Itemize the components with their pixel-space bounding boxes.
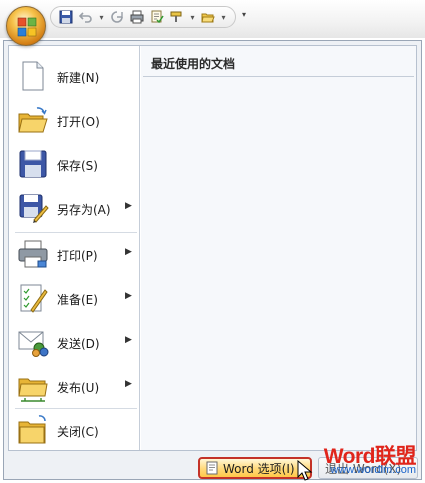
publish-icon	[18, 378, 48, 402]
submenu-arrow-icon: ▶	[125, 335, 132, 345]
printer-icon	[18, 240, 48, 268]
send-icon	[18, 331, 49, 357]
print-command-label: 打印(P)	[57, 249, 98, 263]
save-command[interactable]: 保存(S)	[9, 142, 139, 186]
publish-command-label: 发布(U)	[57, 381, 100, 395]
open-command[interactable]: 打开(O)	[9, 98, 139, 142]
print-preview-icon[interactable]	[128, 8, 146, 26]
submenu-arrow-icon: ▶	[125, 247, 132, 257]
quick-access-toolbar: ▾ ▾ ▾	[50, 6, 236, 28]
open-command-label: 打开(O)	[57, 115, 100, 129]
save-disk-icon	[19, 150, 47, 178]
site-watermark: Word联盟 www.wordlm.com	[312, 440, 422, 482]
new-command-label: 新建(N)	[57, 71, 100, 85]
save-icon[interactable]	[57, 8, 75, 26]
save-as-command[interactable]: 另存为(A) ▶	[9, 186, 139, 230]
save-as-icon	[19, 194, 49, 223]
send-command[interactable]: 发送(D) ▶	[9, 320, 139, 364]
spelling-icon[interactable]	[148, 8, 166, 26]
save-as-command-label: 另存为(A)	[57, 203, 111, 217]
close-command[interactable]: 关闭(C)	[9, 408, 139, 452]
redo-icon[interactable]	[108, 8, 126, 26]
watermark-url: www.wordlm.com	[330, 464, 416, 476]
office-menu: 新建(N) 打开(O) 保存(S) 另存为(A) ▶ 打印(P) ▶ 准备(E)…	[3, 40, 422, 480]
customize-qat-icon[interactable]: ▾	[238, 10, 250, 24]
word-options-label: Word 选项(I)	[223, 461, 295, 476]
recent-documents-panel: 最近使用的文档	[141, 46, 416, 450]
close-command-label: 关闭(C)	[57, 425, 99, 439]
options-document-icon	[206, 461, 218, 475]
mouse-pointer-icon	[297, 460, 313, 481]
open-icon[interactable]	[199, 8, 217, 26]
open-folder-icon	[18, 107, 48, 133]
command-list: 新建(N) 打开(O) 保存(S) 另存为(A) ▶ 打印(P) ▶ 准备(E)…	[9, 46, 140, 450]
format-dropdown-icon[interactable]: ▾	[188, 8, 197, 26]
new-command[interactable]: 新建(N)	[9, 54, 139, 98]
office-logo-icon	[17, 17, 37, 37]
print-command[interactable]: 打印(P) ▶	[9, 232, 139, 276]
word-options-button[interactable]: Word 选项(I)	[198, 457, 312, 479]
submenu-arrow-icon: ▶	[125, 201, 132, 211]
recent-documents-divider	[143, 76, 414, 77]
format-painter-icon[interactable]	[168, 8, 186, 26]
office-button[interactable]	[6, 6, 46, 46]
save-command-label: 保存(S)	[57, 159, 98, 173]
prepare-icon	[20, 284, 48, 313]
open-dropdown-icon[interactable]: ▾	[219, 8, 228, 26]
submenu-arrow-icon: ▶	[125, 291, 132, 301]
submenu-arrow-icon: ▶	[125, 379, 132, 389]
undo-icon[interactable]	[77, 8, 95, 26]
close-folder-icon	[18, 415, 46, 444]
new-document-icon	[22, 61, 44, 91]
publish-command[interactable]: 发布(U) ▶	[9, 364, 139, 408]
office-menu-body: 新建(N) 打开(O) 保存(S) 另存为(A) ▶ 打印(P) ▶ 准备(E)…	[8, 45, 417, 451]
undo-dropdown-icon[interactable]: ▾	[97, 8, 106, 26]
prepare-command-label: 准备(E)	[57, 293, 98, 307]
recent-documents-title: 最近使用的文档	[151, 57, 236, 71]
send-command-label: 发送(D)	[57, 337, 100, 351]
prepare-command[interactable]: 准备(E) ▶	[9, 276, 139, 320]
